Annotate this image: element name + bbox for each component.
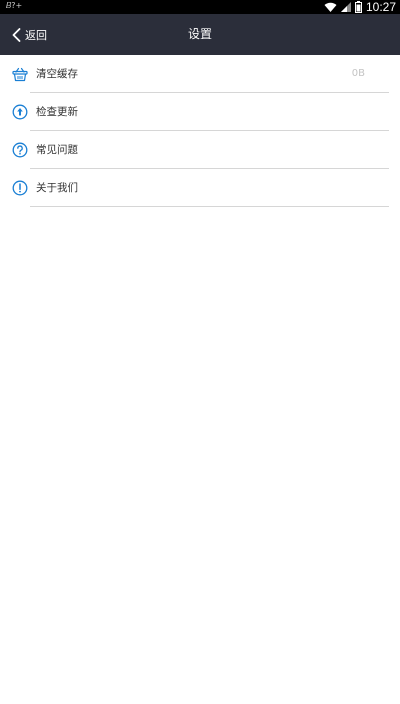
menu-item-label: 清空缓存 [36, 68, 78, 80]
battery-icon [354, 1, 362, 13]
wifi-icon [324, 2, 337, 12]
status-time: 10:27 [365, 0, 396, 14]
menu-item-faq[interactable]: 常见问题 [0, 131, 400, 169]
divider [30, 206, 389, 207]
info-icon [12, 180, 28, 196]
basket-icon [12, 67, 28, 82]
status-carrier-text: 𝐵?+ [6, 1, 23, 10]
menu-item-check-update[interactable]: 检查更新 [0, 93, 400, 131]
menu-item-about[interactable]: 关于我们 [0, 169, 400, 207]
navigation-bar: 返回 设置 [0, 14, 400, 55]
menu-item-label: 检查更新 [36, 106, 78, 118]
status-bar: 𝐵?+ 10:27 [0, 0, 400, 14]
signal-icon [340, 2, 351, 12]
upgrade-icon [12, 104, 28, 120]
settings-list: 清空缓存 0B 检查更新 常见问题 关于我们 [0, 55, 400, 207]
cache-size-value: 0B [351, 68, 365, 79]
menu-item-label: 常见问题 [36, 144, 78, 156]
status-indicators: 10:27 [324, 0, 396, 14]
question-icon [12, 142, 28, 158]
menu-item-label: 关于我们 [36, 182, 78, 194]
page-title: 设置 [187, 27, 212, 41]
menu-item-clear-cache[interactable]: 清空缓存 0B [0, 55, 400, 93]
